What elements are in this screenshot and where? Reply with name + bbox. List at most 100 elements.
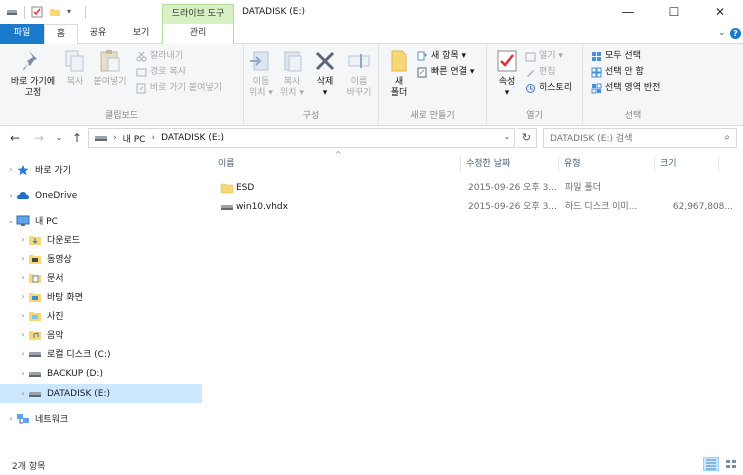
column-header-modified[interactable]: 수정한 날짜 xyxy=(466,155,556,173)
nav-item[interactable]: › 문서 xyxy=(0,268,202,287)
help-icon[interactable]: ? xyxy=(730,28,741,39)
column-divider[interactable] xyxy=(460,156,461,172)
address-history-chevron-icon[interactable]: ⌄ xyxy=(500,128,514,148)
file-row[interactable]: ESD 2015-09-26 오후 3... 파일 폴더 xyxy=(216,179,736,197)
nav-item[interactable]: › 사진 xyxy=(0,306,202,325)
tab-home[interactable]: 홈 xyxy=(44,24,78,45)
properties-button[interactable]: 속성 ▾ xyxy=(493,48,521,99)
invert-selection-button[interactable]: 선택 영역 반전 xyxy=(591,81,660,95)
expand-chevron-down-icon[interactable]: ⌄ xyxy=(6,216,16,225)
details-view-icon[interactable] xyxy=(703,457,719,471)
edit-button[interactable]: 편집 xyxy=(525,65,556,79)
rename-button[interactable]: 이름 바꾸기 xyxy=(342,48,376,99)
new-folder-icon[interactable] xyxy=(49,6,61,18)
tab-file[interactable]: 파일 xyxy=(0,24,44,44)
copy-label: 복사 xyxy=(66,77,84,87)
item-count: 2개 항목 xyxy=(12,462,46,472)
column-header-name[interactable]: 이름 xyxy=(218,155,458,173)
copy-button[interactable]: 복사 xyxy=(62,48,88,88)
delete-button[interactable]: 삭제 ▾ xyxy=(312,48,338,99)
expand-chevron-right-icon[interactable]: › xyxy=(18,369,28,378)
column-divider[interactable] xyxy=(718,156,719,172)
minimize-button[interactable]: — xyxy=(605,0,651,24)
open-button[interactable]: 열기 ▾ xyxy=(525,49,563,63)
tab-share[interactable]: 공유 xyxy=(80,24,116,44)
drive-icon xyxy=(28,348,42,360)
download-folder-icon xyxy=(28,234,42,246)
breadcrumb-item[interactable]: 내 PC xyxy=(123,132,146,145)
new-folder-button[interactable]: 새 폴더 xyxy=(385,48,413,99)
search-box[interactable]: ⌕ xyxy=(543,128,737,148)
select-all-button[interactable]: 모두 선택 xyxy=(591,49,641,63)
file-row[interactable]: win10.vhdx 2015-09-26 오후 3... 하드 디스크 이미...… xyxy=(216,198,736,216)
large-icons-view-icon[interactable] xyxy=(723,457,739,471)
nav-item-label: 다운로드 xyxy=(47,236,81,246)
nav-item-label: 바로 가기 xyxy=(35,166,71,176)
window-title: DATADISK (E:) xyxy=(242,7,305,17)
drive-icon[interactable] xyxy=(6,6,18,18)
paste-button[interactable]: 붙여넣기 xyxy=(90,48,130,88)
refresh-icon[interactable]: ↻ xyxy=(517,128,537,148)
nav-item[interactable]: › 네트워크 xyxy=(0,409,202,428)
nav-item[interactable]: › OneDrive xyxy=(0,186,202,205)
column-divider[interactable] xyxy=(654,156,655,172)
address-bar[interactable]: › 내 PC › DATADISK (E:) xyxy=(88,128,515,148)
paste-shortcut-button[interactable]: 바로 가기 붙여넣기 xyxy=(136,81,222,95)
nav-item[interactable]: › DATADISK (E:) xyxy=(0,384,202,403)
nav-item[interactable]: › BACKUP (D:) xyxy=(0,364,202,383)
expand-chevron-right-icon[interactable]: › xyxy=(6,165,16,174)
easy-access-button[interactable]: 빠른 연결 ▾ xyxy=(417,65,474,79)
breadcrumb: › 내 PC › DATADISK (E:) xyxy=(95,129,224,147)
qat-customize-icon[interactable]: ▾ xyxy=(67,6,79,18)
forward-arrow-icon[interactable]: → xyxy=(32,130,46,146)
expand-chevron-right-icon[interactable]: › xyxy=(18,311,28,320)
copy-path-button[interactable]: 경로 복사 xyxy=(136,65,186,79)
expand-chevron-right-icon[interactable]: › xyxy=(6,191,16,200)
select-none-button[interactable]: 선택 안 함 xyxy=(591,65,644,79)
pin-to-quick-access-button[interactable]: 바로 가기에 고정 xyxy=(4,48,62,99)
nav-item[interactable]: › 음악 xyxy=(0,325,202,344)
column-header-type[interactable]: 유형 xyxy=(564,155,654,173)
expand-chevron-right-icon[interactable]: › xyxy=(18,349,28,358)
move-to-button[interactable]: 이동 위치 ▾ xyxy=(246,48,276,99)
expand-chevron-right-icon[interactable]: › xyxy=(18,292,28,301)
back-arrow-icon[interactable]: ← xyxy=(8,130,22,146)
expand-chevron-right-icon[interactable]: › xyxy=(18,254,28,263)
up-arrow-icon[interactable]: ↑ xyxy=(70,130,84,146)
search-input[interactable] xyxy=(550,132,710,145)
nav-item[interactable]: › 로컬 디스크 (C:) xyxy=(0,344,202,363)
breadcrumb-item[interactable]: DATADISK (E:) xyxy=(161,133,224,143)
column-header-size[interactable]: 크기 xyxy=(660,155,720,173)
ribbon-collapse-chevron-icon[interactable]: ⌄ xyxy=(718,28,726,38)
pin-label: 바로 가기에 고정 xyxy=(10,77,56,98)
nav-item-label: BACKUP (D:) xyxy=(47,368,103,379)
cut-button[interactable]: 잘라내기 xyxy=(136,49,183,63)
expand-chevron-right-icon[interactable]: › xyxy=(6,414,16,423)
nav-item[interactable]: ⌄ 내 PC xyxy=(0,211,202,230)
tab-manage[interactable]: 관리 xyxy=(162,24,234,44)
expand-chevron-right-icon[interactable]: › xyxy=(18,235,28,244)
copy-to-button[interactable]: 복사 위치 ▾ xyxy=(277,48,307,99)
copy-to-label: 복사 위치 ▾ xyxy=(280,77,304,98)
maximize-button[interactable]: ☐ xyxy=(651,0,697,24)
expand-chevron-right-icon[interactable]: › xyxy=(18,330,28,339)
new-item-button[interactable]: 새 항목 ▾ xyxy=(417,49,466,63)
scissors-icon xyxy=(136,51,147,62)
history-button[interactable]: 히스토리 xyxy=(525,81,572,95)
properties-check-icon[interactable] xyxy=(31,6,43,18)
nav-item[interactable]: › 다운로드 xyxy=(0,230,202,249)
close-button[interactable]: ✕ xyxy=(697,0,743,24)
properties-check-icon xyxy=(494,48,520,74)
nav-item[interactable]: › 동영상 xyxy=(0,249,202,268)
column-divider[interactable] xyxy=(558,156,559,172)
tab-view[interactable]: 보기 xyxy=(124,24,158,44)
nav-item-label: 로컬 디스크 (C:) xyxy=(47,350,111,360)
expand-chevron-right-icon[interactable]: › xyxy=(18,389,28,398)
expand-chevron-right-icon[interactable]: › xyxy=(18,273,28,282)
nav-item[interactable]: › 바로 가기 xyxy=(0,160,202,179)
properties-label: 속성 ▾ xyxy=(498,77,516,98)
nav-item-label: OneDrive xyxy=(35,190,78,201)
recent-locations-chevron-icon[interactable]: ⌄ xyxy=(52,130,66,146)
cloud-icon xyxy=(16,190,30,202)
nav-item[interactable]: › 바탕 화면 xyxy=(0,287,202,306)
